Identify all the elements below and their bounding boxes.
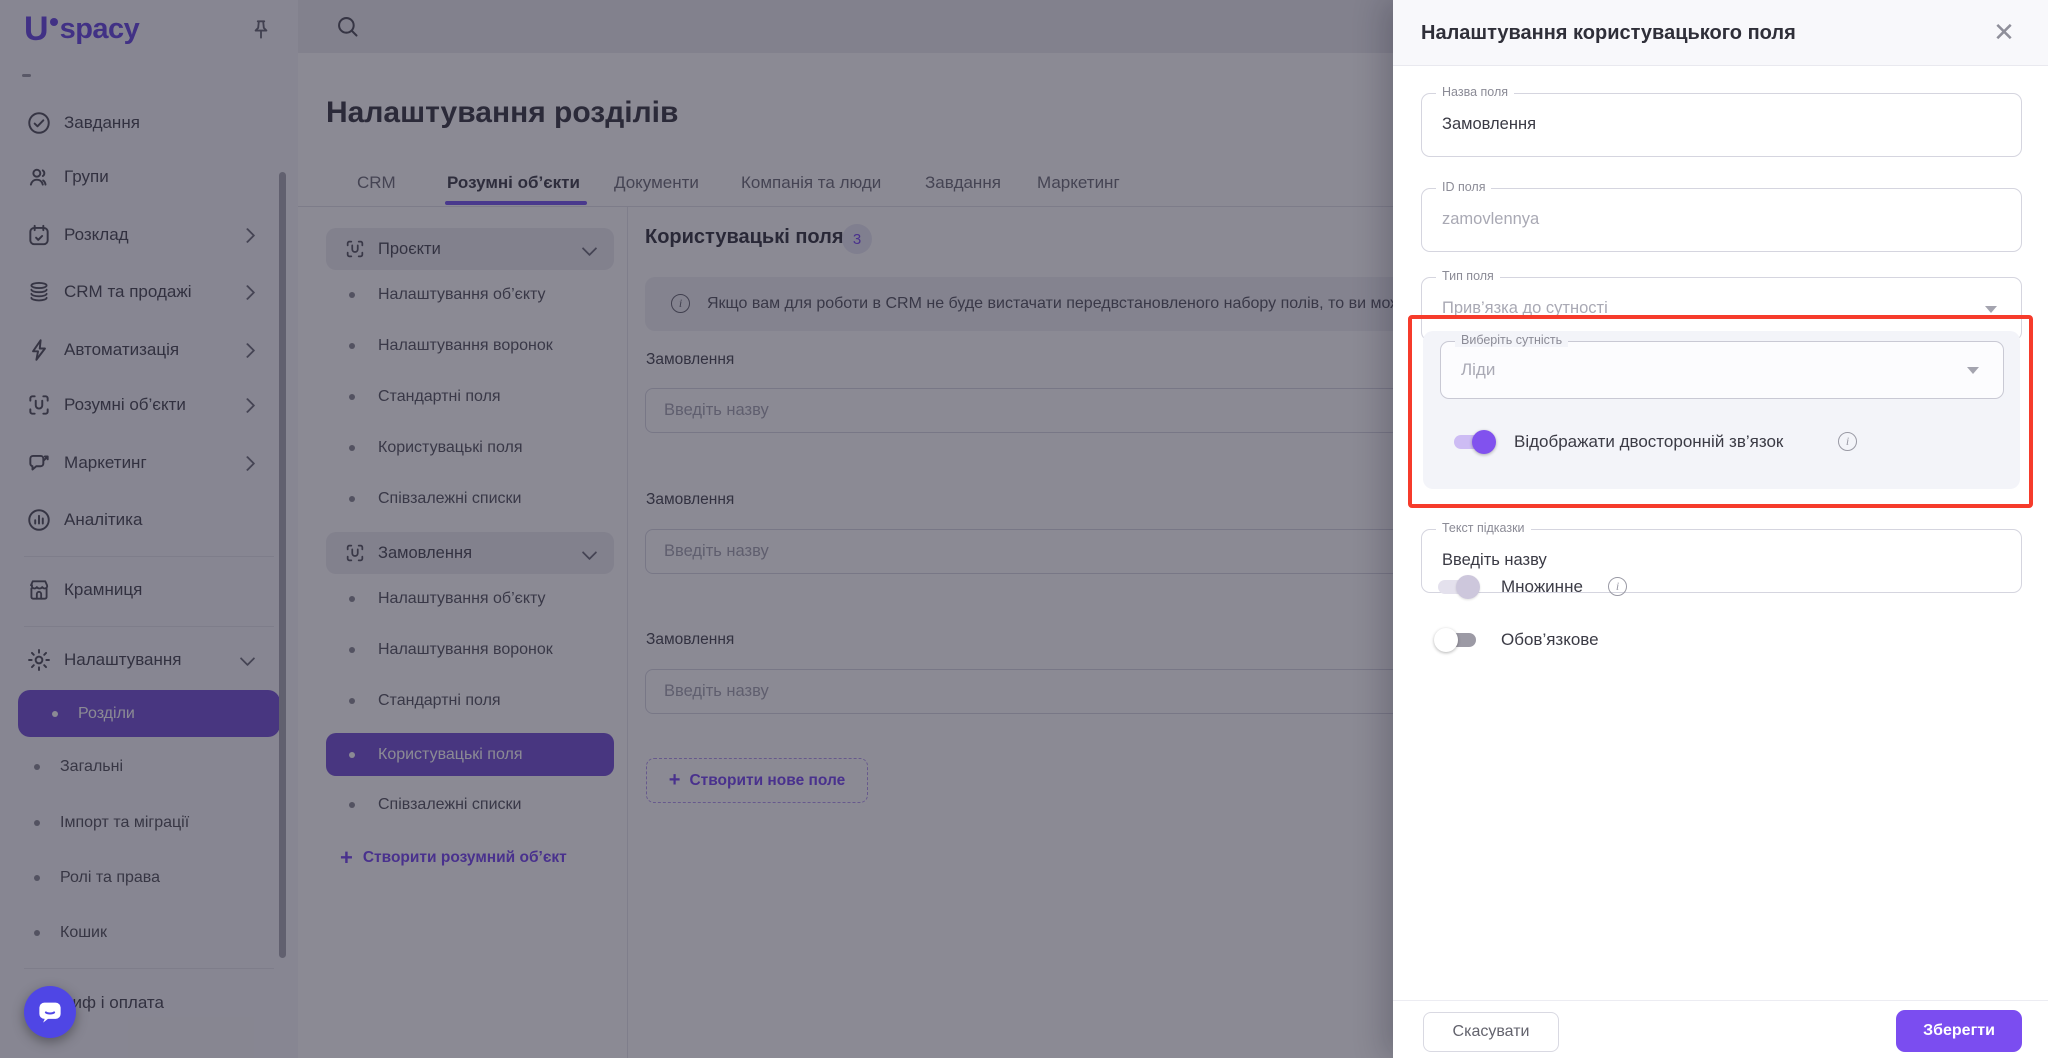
close-icon[interactable]: ✕ — [1988, 16, 2020, 48]
app-screen: U spacy Завдання Групи Розклад CRM та пр… — [0, 0, 2048, 1058]
bidirectional-toggle-label: Відображати двосторонній зв’язок — [1514, 432, 1784, 451]
field-id-value: zamovlennya — [1442, 210, 1540, 228]
bidirectional-toggle[interactable] — [1450, 429, 1496, 455]
modal-footer: Скасувати Зберегти — [1393, 1000, 2048, 1058]
custom-field-settings-modal: Налаштування користувацького поля ✕ Назв… — [1393, 0, 2048, 1058]
modal-backdrop[interactable] — [0, 0, 1393, 1058]
multiple-toggle[interactable] — [1434, 574, 1480, 600]
multiple-toggle-label: Множинне — [1501, 577, 1583, 596]
cancel-button[interactable]: Скасувати — [1423, 1012, 1559, 1052]
dropdown-caret-icon — [1967, 367, 1979, 374]
field-name-value: Замовлення — [1442, 115, 1537, 133]
toggle-thumb — [1472, 430, 1496, 454]
entity-select[interactable]: Виберіть сутність Ліди — [1440, 333, 2004, 399]
info-icon[interactable]: i — [1838, 432, 1857, 451]
dropdown-caret-icon — [1985, 306, 1997, 313]
modal-header: Налаштування користувацького поля ✕ — [1393, 0, 2048, 66]
modal-title: Налаштування користувацького поля — [1421, 22, 1796, 44]
chat-fab-button[interactable] — [24, 986, 76, 1038]
entity-select-value: Ліди — [1461, 360, 1496, 379]
info-icon[interactable]: i — [1608, 577, 1627, 596]
toggle-thumb — [1434, 628, 1458, 652]
save-button[interactable]: Зберегти — [1896, 1010, 2022, 1052]
required-toggle-label: Обов’язкове — [1501, 630, 1599, 649]
toggle-thumb — [1456, 575, 1480, 599]
required-toggle[interactable] — [1434, 627, 1480, 653]
chat-bubble-icon — [39, 1002, 61, 1023]
field-id[interactable]: ID поля zamovlennya — [1421, 180, 2022, 252]
field-name[interactable]: Назва поля Замовлення — [1421, 85, 2022, 157]
